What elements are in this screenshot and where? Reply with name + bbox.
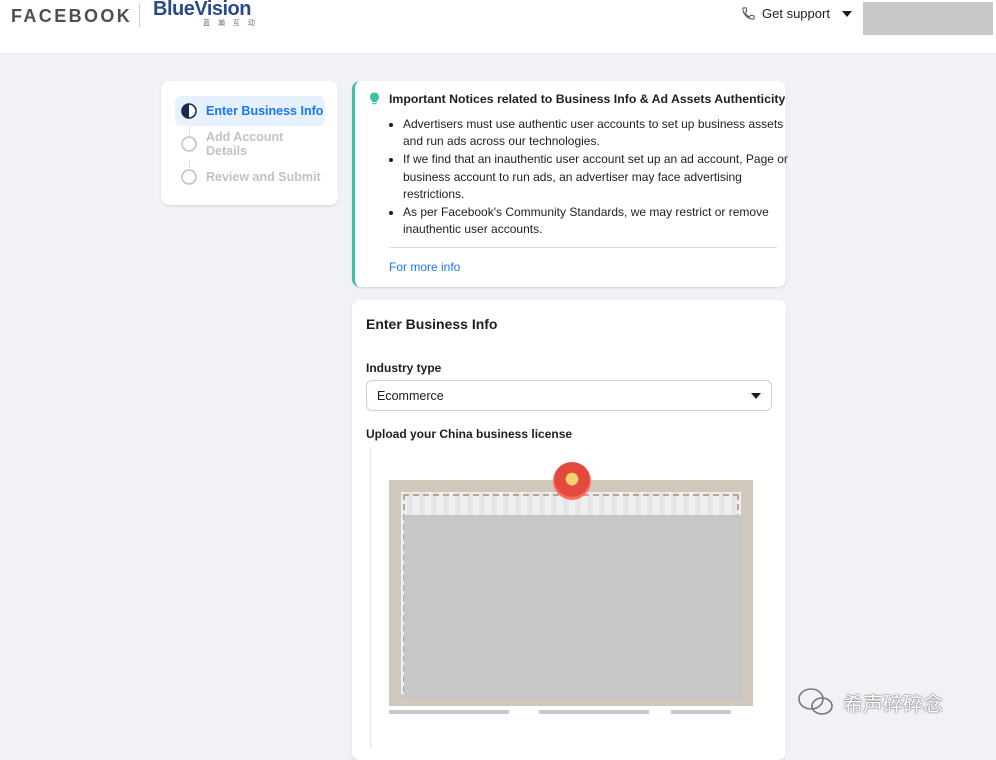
step-add-account-details[interactable]: Add Account Details [175,129,325,159]
step-review-and-submit[interactable]: Review and Submit [175,162,325,192]
step-label: Enter Business Info [206,104,324,118]
get-support-button[interactable]: Get support [741,6,852,21]
wechat-icon [798,688,833,715]
get-support-label: Get support [762,6,830,21]
license-footer-text [671,710,731,714]
notice-item: As per Facebook's Community Standards, w… [403,204,799,238]
chevron-down-icon [841,10,852,17]
facebook-logo: FACEBOOK [11,6,133,26]
notice-list: Advertisers must use authentic user acco… [389,116,799,239]
notice-item: Advertisers must use authentic user acco… [403,116,799,150]
upload-license-label: Upload your China business license [366,427,573,441]
industry-type-select[interactable]: Ecommerce [366,380,772,411]
watermark: 希声碎碎念 [797,687,943,717]
notice-title: Important Notices related to Business In… [389,92,786,106]
bluevision-logo-text: BlueVision [153,0,252,20]
notice-item: If we find that an inauthentic user acco… [403,151,799,203]
license-footer-text [389,710,509,714]
industry-type-value: Ecommerce [377,388,444,403]
step-label: Add Account Details [206,130,284,158]
business-info-form: Enter Business Info Industry type Ecomme… [352,300,786,760]
top-bar: FACEBOOK BlueVision 蓝 瀚 互 动 Get support [0,0,996,54]
step-label: Review and Submit [206,170,321,184]
empty-circle-icon [181,169,197,185]
license-footer-text [539,710,649,714]
redacted-account-area [863,2,993,35]
phone-icon [741,6,756,21]
chevron-down-icon [751,392,761,399]
bluevision-logo: BlueVision 蓝 瀚 互 动 [153,0,255,27]
bluevision-logo-subtext: 蓝 瀚 互 动 [203,20,258,27]
notice-card: Important Notices related to Business In… [352,81,788,287]
steps-sidebar: Enter Business Info Add Account Details … [161,81,338,205]
logo-divider [139,3,140,27]
half-circle-icon [181,103,197,119]
more-info-link[interactable]: For more info [389,260,460,274]
form-title: Enter Business Info [366,316,498,332]
license-upload-area[interactable] [370,448,773,748]
step-enter-business-info[interactable]: Enter Business Info [175,96,325,126]
redacted-license-content [404,515,743,700]
empty-circle-icon [181,136,197,152]
notice-divider [389,247,777,248]
watermark-text: 希声碎碎念 [843,691,943,716]
industry-type-label: Industry type [366,361,442,375]
lightbulb-icon [369,92,380,111]
national-emblem-icon [553,462,591,500]
